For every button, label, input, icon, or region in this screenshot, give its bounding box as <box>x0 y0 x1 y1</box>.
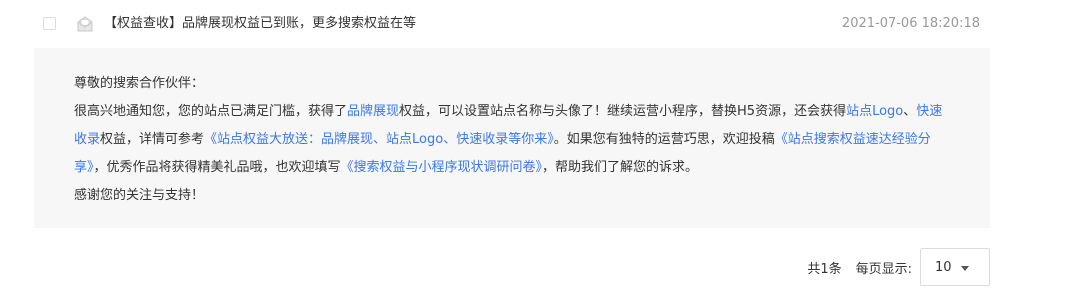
brand-display-link[interactable]: 品牌展现 <box>347 104 399 119</box>
pagination: 共1条 每页显示: 10 <box>807 248 990 286</box>
message-checkbox[interactable] <box>43 17 56 30</box>
survey-link[interactable]: 《搜索权益与小程序现状调研问卷》 <box>341 160 543 175</box>
caret-down-icon <box>961 266 969 271</box>
body-text: ，帮助我们了解您的诉求。 <box>542 160 699 175</box>
message-date: 2021-07-06 18:20:18 <box>841 16 980 31</box>
message-detail: 尊敬的搜索合作伙伴： 很高兴地通知您，您的站点已满足门槛，获得了品牌展现权益，可… <box>34 48 990 228</box>
body-text: 。如果您有独特的运营巧思，欢迎投稿 <box>553 132 775 147</box>
article-link[interactable]: 《站点权益大放送：品牌展现、站点Logo、快速收录等你来》 <box>204 132 554 147</box>
site-logo-link[interactable]: 站点Logo <box>846 104 903 119</box>
body-text: 很高兴地通知您，您的站点已满足门槛，获得了 <box>74 104 348 119</box>
body-text: 、 <box>903 104 917 119</box>
greeting-line: 尊敬的搜索合作伙伴： <box>74 76 205 91</box>
message-body: 很高兴地通知您，您的站点已满足门槛，获得了品牌展现权益，可以设置站点名称与头像了… <box>74 98 950 182</box>
message-title[interactable]: 【权益查收】品牌展现权益已到账，更多搜索权益在等 <box>104 14 416 34</box>
open-mail-icon <box>77 16 93 32</box>
body-text: 权益，详情可参考 <box>100 132 205 147</box>
total-count: 共1条 <box>807 261 842 277</box>
per-page-value: 10 <box>935 259 952 275</box>
closing-line: 感谢您的关注与支持！ <box>74 188 205 203</box>
body-text: ，优秀作品将获得精美礼品哦，也欢迎填写 <box>93 160 341 175</box>
per-page-select[interactable]: 10 <box>920 248 990 286</box>
per-page-label: 每页显示: <box>855 261 912 277</box>
body-text: 权益，可以设置站点名称与头像了！继续运营小程序，替换H5资源，还会获得 <box>399 104 847 119</box>
message-row[interactable]: 【权益查收】品牌展现权益已到账，更多搜索权益在等 2021-07-06 18:2… <box>0 0 1081 48</box>
